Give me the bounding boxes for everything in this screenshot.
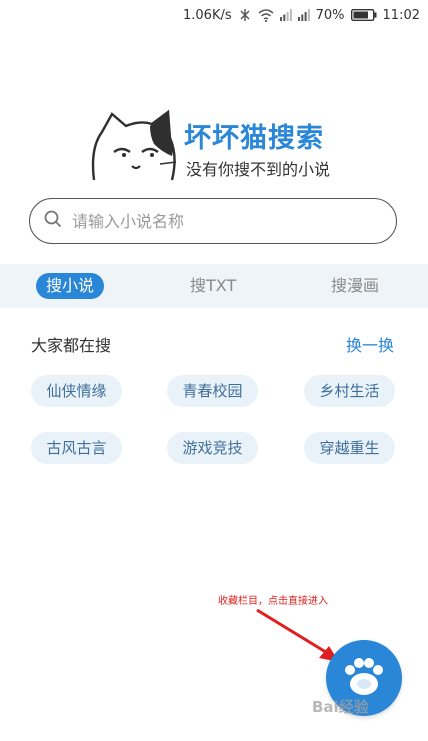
hot-search-title: 大家都在搜 — [31, 336, 112, 355]
signal-icon — [279, 9, 292, 21]
hot-tag[interactable]: 青春校园 — [167, 375, 258, 407]
tab-txt[interactable]: 搜TXT — [190, 273, 236, 299]
signal-icon — [297, 9, 310, 21]
clock: 11:02 — [382, 7, 420, 23]
hot-tag[interactable]: 仙侠情缘 — [31, 375, 122, 407]
logo-title: 坏坏猫搜索 — [184, 123, 324, 154]
bluetooth-off-icon — [238, 8, 252, 22]
refresh-button[interactable]: 换一换 — [346, 332, 394, 356]
battery-icon — [350, 9, 377, 21]
tab-novel[interactable]: 搜小说 — [36, 273, 105, 299]
search-type-tabs: 搜小说 搜TXT 搜漫画 — [0, 264, 428, 308]
network-speed: 1.06K/s — [183, 7, 232, 23]
hot-tag[interactable]: 游戏竞技 — [167, 432, 258, 464]
cat-logo-icon — [91, 109, 177, 181]
app-logo: 坏坏猫搜索 没有你搜不到的小说 — [88, 108, 348, 188]
status-bar: 1.06K/s 70% 11:02 — [0, 0, 428, 30]
annotation-text: 收藏栏目，点击直接进入 — [218, 596, 328, 607]
logo-slogan: 没有你搜不到的小说 — [186, 160, 331, 179]
watermark: Bai经验 — [312, 698, 369, 716]
hot-tag[interactable]: 古风古言 — [31, 432, 122, 464]
hot-tag[interactable]: 乡村生活 — [304, 375, 395, 407]
battery-percent: 70% — [315, 7, 345, 23]
search-input[interactable] — [70, 210, 374, 232]
search-icon — [44, 210, 62, 232]
tab-comic[interactable]: 搜漫画 — [331, 273, 379, 299]
hot-tag[interactable]: 穿越重生 — [304, 432, 395, 464]
search-box[interactable] — [29, 198, 397, 244]
wifi-icon — [258, 8, 274, 22]
